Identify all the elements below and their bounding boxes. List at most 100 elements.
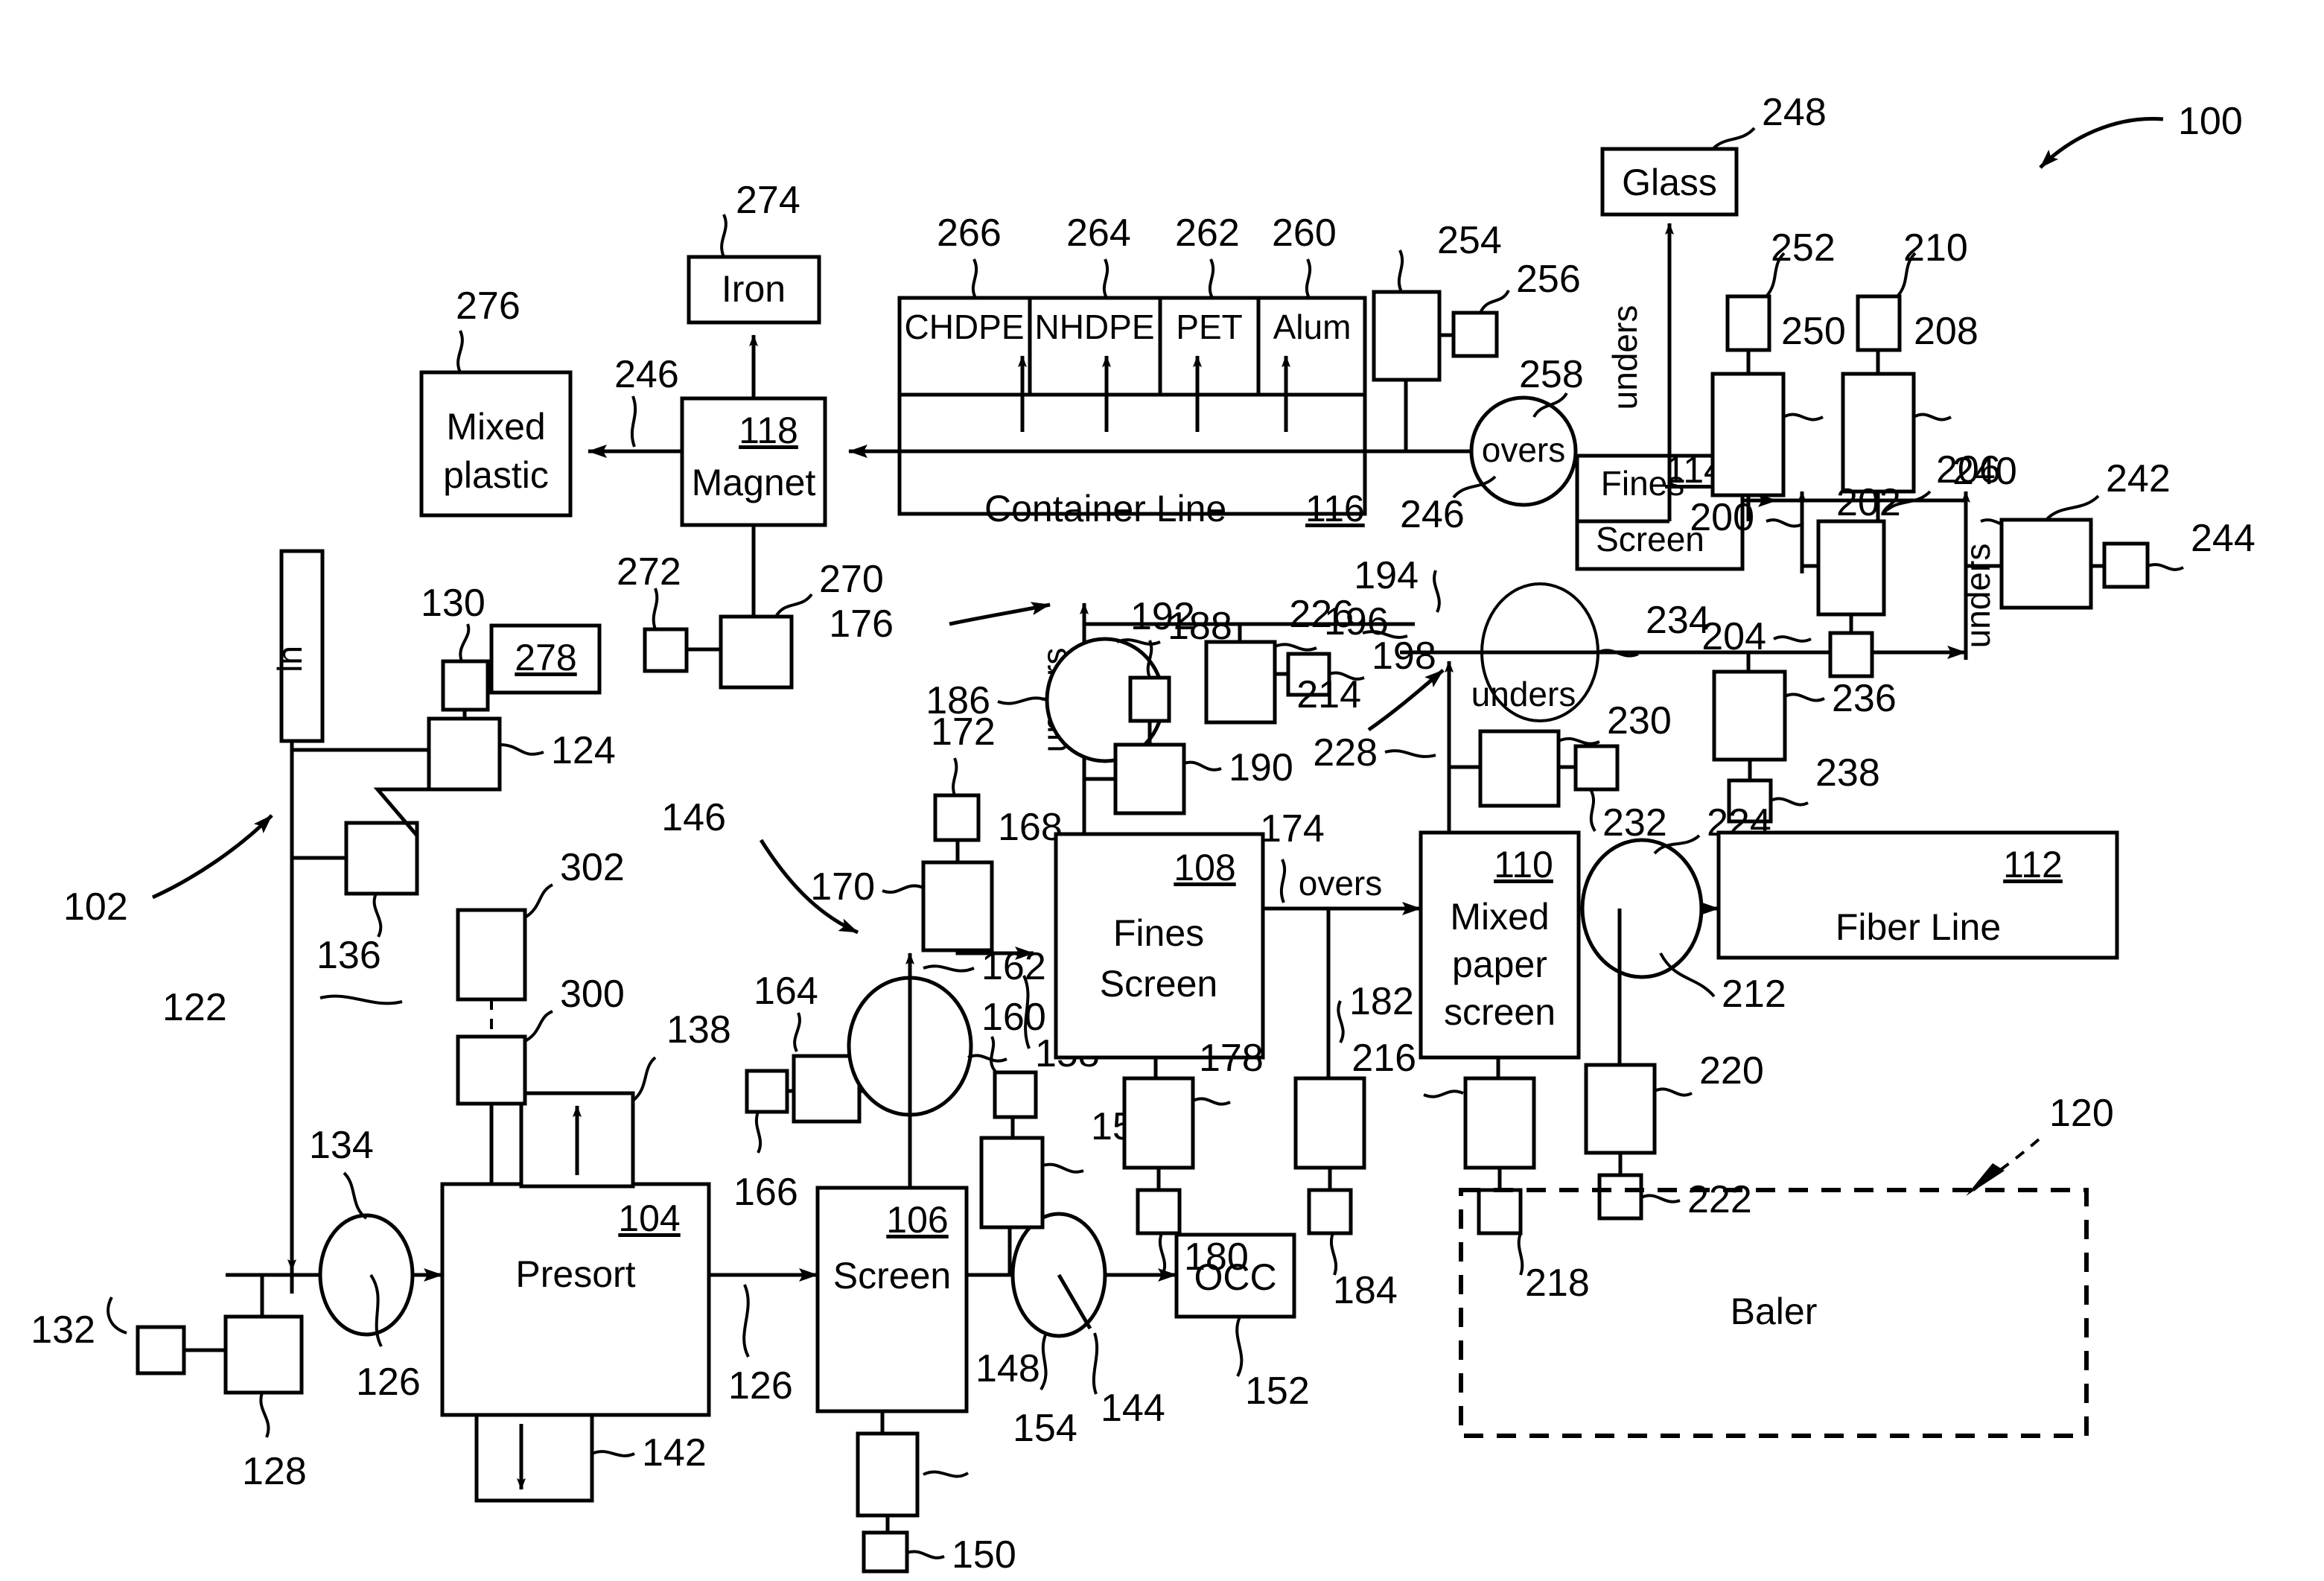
label-fines108-line1: Fines	[1113, 912, 1204, 954]
ref-126-a: 126	[356, 1361, 421, 1404]
ref-110: 110	[1494, 844, 1553, 885]
ref-106: 106	[886, 1199, 948, 1241]
leader-222	[1640, 1194, 1681, 1203]
leader-270	[774, 593, 813, 618]
ref-134: 134	[309, 1124, 374, 1167]
unit-178	[1122, 1076, 1195, 1170]
leader-124	[499, 743, 544, 756]
ref-186: 186	[926, 679, 990, 722]
ref-238: 238	[1815, 751, 1880, 795]
ref-130: 130	[421, 582, 486, 625]
ref-160: 160	[981, 996, 1046, 1039]
leader-174	[1279, 859, 1287, 903]
ref-154: 154	[1013, 1407, 1077, 1450]
unit-230	[1478, 729, 1561, 808]
system-pointer-100	[2039, 116, 2164, 169]
ref-258: 258	[1519, 353, 1584, 396]
leader-130	[459, 623, 471, 662]
unit-302	[456, 908, 527, 1002]
unit-128	[223, 1314, 304, 1395]
ref-182: 182	[1349, 980, 1414, 1023]
ref-276: 276	[456, 284, 520, 328]
label-baler: Baler	[1731, 1291, 1818, 1332]
unit-222	[1597, 1173, 1643, 1221]
leader-158	[990, 1036, 998, 1074]
unit-182	[1293, 1076, 1366, 1170]
leader-178	[1192, 1097, 1231, 1106]
ref-170: 170	[810, 865, 875, 909]
leader-160	[967, 1054, 1007, 1063]
ref-270: 270	[819, 558, 884, 601]
leader-208	[1913, 413, 1952, 422]
ref-302: 302	[560, 846, 625, 889]
ref-190: 190	[1229, 746, 1293, 789]
leader-220	[1654, 1087, 1693, 1097]
cell-label-pet: PET	[1176, 308, 1242, 346]
unit-148	[856, 1431, 920, 1518]
unit-166	[745, 1069, 789, 1114]
ref-210: 210	[1903, 226, 1968, 270]
label-fines114-2: Screen	[1596, 520, 1704, 559]
unit-172	[933, 793, 981, 842]
flow-label-overs-2: overs	[1482, 430, 1565, 469]
leader-230	[1558, 737, 1600, 745]
unit-242	[1999, 518, 2093, 610]
ref-278: 278	[515, 637, 576, 678]
ref-266: 266	[937, 211, 1002, 255]
leader-248	[1711, 127, 1756, 150]
unit-156	[979, 1136, 1045, 1230]
ref-222: 222	[1687, 1178, 1752, 1221]
ref-144: 144	[1101, 1387, 1165, 1430]
label-screen: Screen	[833, 1255, 951, 1297]
ref-272: 272	[617, 550, 681, 594]
label-presort: Presort	[515, 1253, 635, 1295]
ref-274: 274	[736, 179, 800, 222]
ref-152: 152	[1245, 1370, 1310, 1413]
leader-182	[1337, 1000, 1345, 1043]
unit-204	[1828, 631, 1874, 678]
leader-232	[1589, 789, 1596, 833]
unit-254	[1372, 290, 1442, 382]
cell-label-alum: Alum	[1273, 308, 1352, 346]
leader-276	[456, 330, 464, 373]
ref-226: 226	[1289, 593, 1354, 636]
unit-202	[1816, 519, 1886, 617]
unit-216	[1463, 1076, 1536, 1170]
leader-260	[1305, 258, 1312, 299]
ref-262: 262	[1175, 211, 1240, 255]
leader-176	[949, 602, 1051, 626]
ref-204: 204	[1701, 615, 1766, 658]
ref-260: 260	[1272, 211, 1337, 255]
leader-218	[1517, 1232, 1524, 1276]
ref-146: 146	[661, 796, 726, 839]
leader-302	[523, 883, 554, 919]
leader-238	[1770, 797, 1809, 807]
unit-192	[1128, 675, 1171, 723]
leader-256	[1479, 289, 1510, 314]
leader-150	[906, 1550, 945, 1559]
leader-236	[1784, 693, 1825, 702]
unit-300	[456, 1034, 527, 1106]
ref-240: 240	[1952, 450, 2017, 493]
leader-162	[923, 964, 975, 973]
ref-256: 256	[1516, 258, 1581, 301]
ref-178: 178	[1199, 1037, 1264, 1080]
unit-136	[344, 821, 419, 896]
unit-220	[1584, 1063, 1657, 1155]
ref-212: 212	[1722, 973, 1786, 1016]
ref-102: 102	[63, 885, 128, 929]
leader-272	[652, 588, 659, 630]
leader-216	[1423, 1089, 1464, 1098]
leader-204	[1773, 635, 1812, 643]
unit-250	[1710, 372, 1786, 497]
leader-264	[1102, 258, 1110, 299]
flow-diagram: 100 102 in 122 124 130 136 278 132 128 1…	[31, 91, 2255, 1577]
ref-192: 192	[1130, 595, 1195, 638]
unit-210	[1856, 294, 1902, 352]
unit-150	[862, 1530, 909, 1574]
unit-170	[921, 860, 994, 952]
unit-218	[1477, 1188, 1523, 1235]
label-fines114-1: Fines	[1601, 464, 1684, 503]
leader-136	[372, 893, 383, 938]
unit-196	[1204, 640, 1277, 725]
